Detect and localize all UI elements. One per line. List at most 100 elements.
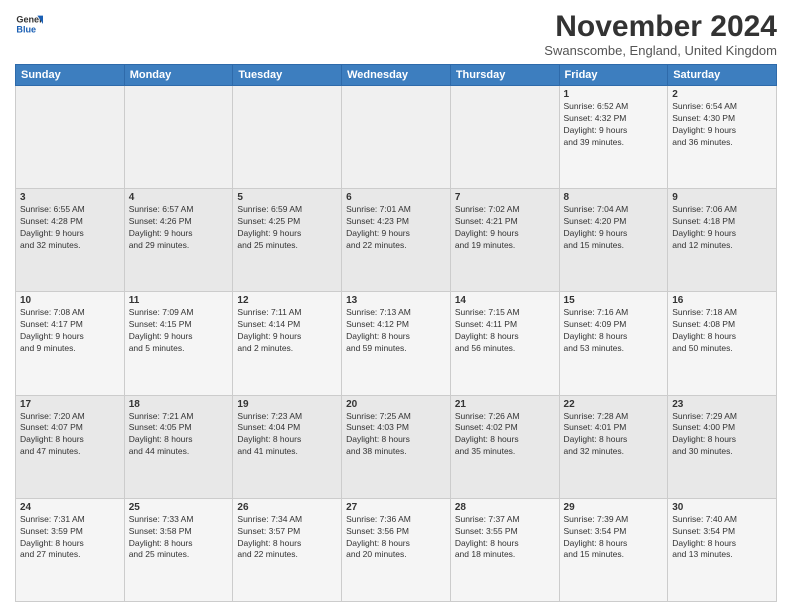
- calendar-body: 1Sunrise: 6:52 AM Sunset: 4:32 PM Daylig…: [16, 86, 777, 602]
- calendar-cell: 9Sunrise: 7:06 AM Sunset: 4:18 PM Daylig…: [668, 189, 777, 292]
- day-number: 1: [564, 89, 664, 100]
- calendar-cell: 28Sunrise: 7:37 AM Sunset: 3:55 PM Dayli…: [450, 498, 559, 601]
- day-info: Sunrise: 7:29 AM Sunset: 4:00 PM Dayligh…: [672, 411, 772, 459]
- day-number: 2: [672, 89, 772, 100]
- calendar-cell: 26Sunrise: 7:34 AM Sunset: 3:57 PM Dayli…: [233, 498, 342, 601]
- weekday-header-wednesday: Wednesday: [342, 65, 451, 86]
- day-number: 23: [672, 399, 772, 410]
- calendar-cell: 5Sunrise: 6:59 AM Sunset: 4:25 PM Daylig…: [233, 189, 342, 292]
- day-number: 6: [346, 192, 446, 203]
- day-number: 22: [564, 399, 664, 410]
- calendar-cell: 4Sunrise: 6:57 AM Sunset: 4:26 PM Daylig…: [124, 189, 233, 292]
- calendar-week-4: 17Sunrise: 7:20 AM Sunset: 4:07 PM Dayli…: [16, 395, 777, 498]
- day-info: Sunrise: 7:34 AM Sunset: 3:57 PM Dayligh…: [237, 514, 337, 562]
- day-number: 16: [672, 295, 772, 306]
- day-info: Sunrise: 7:18 AM Sunset: 4:08 PM Dayligh…: [672, 307, 772, 355]
- calendar-week-5: 24Sunrise: 7:31 AM Sunset: 3:59 PM Dayli…: [16, 498, 777, 601]
- day-info: Sunrise: 7:39 AM Sunset: 3:54 PM Dayligh…: [564, 514, 664, 562]
- calendar-cell: [124, 86, 233, 189]
- calendar-cell: 11Sunrise: 7:09 AM Sunset: 4:15 PM Dayli…: [124, 292, 233, 395]
- day-number: 14: [455, 295, 555, 306]
- weekday-header-sunday: Sunday: [16, 65, 125, 86]
- calendar-header: SundayMondayTuesdayWednesdayThursdayFrid…: [16, 65, 777, 86]
- day-number: 30: [672, 502, 772, 513]
- weekday-header-saturday: Saturday: [668, 65, 777, 86]
- calendar-cell: 21Sunrise: 7:26 AM Sunset: 4:02 PM Dayli…: [450, 395, 559, 498]
- day-number: 9: [672, 192, 772, 203]
- day-number: 7: [455, 192, 555, 203]
- day-info: Sunrise: 6:57 AM Sunset: 4:26 PM Dayligh…: [129, 204, 229, 252]
- day-number: 27: [346, 502, 446, 513]
- calendar-cell: 16Sunrise: 7:18 AM Sunset: 4:08 PM Dayli…: [668, 292, 777, 395]
- calendar-week-3: 10Sunrise: 7:08 AM Sunset: 4:17 PM Dayli…: [16, 292, 777, 395]
- day-info: Sunrise: 7:26 AM Sunset: 4:02 PM Dayligh…: [455, 411, 555, 459]
- day-number: 15: [564, 295, 664, 306]
- logo: General Blue: [15, 10, 43, 38]
- day-info: Sunrise: 7:20 AM Sunset: 4:07 PM Dayligh…: [20, 411, 120, 459]
- day-info: Sunrise: 7:11 AM Sunset: 4:14 PM Dayligh…: [237, 307, 337, 355]
- day-info: Sunrise: 7:04 AM Sunset: 4:20 PM Dayligh…: [564, 204, 664, 252]
- day-number: 28: [455, 502, 555, 513]
- day-number: 20: [346, 399, 446, 410]
- day-number: 26: [237, 502, 337, 513]
- day-info: Sunrise: 6:55 AM Sunset: 4:28 PM Dayligh…: [20, 204, 120, 252]
- day-info: Sunrise: 6:54 AM Sunset: 4:30 PM Dayligh…: [672, 101, 772, 149]
- day-info: Sunrise: 6:52 AM Sunset: 4:32 PM Dayligh…: [564, 101, 664, 149]
- calendar-week-2: 3Sunrise: 6:55 AM Sunset: 4:28 PM Daylig…: [16, 189, 777, 292]
- calendar-cell: 13Sunrise: 7:13 AM Sunset: 4:12 PM Dayli…: [342, 292, 451, 395]
- calendar-cell: 12Sunrise: 7:11 AM Sunset: 4:14 PM Dayli…: [233, 292, 342, 395]
- day-info: Sunrise: 7:33 AM Sunset: 3:58 PM Dayligh…: [129, 514, 229, 562]
- calendar-page: General Blue November 2024 Swanscombe, E…: [0, 0, 792, 612]
- day-number: 24: [20, 502, 120, 513]
- day-info: Sunrise: 7:25 AM Sunset: 4:03 PM Dayligh…: [346, 411, 446, 459]
- calendar-cell: 18Sunrise: 7:21 AM Sunset: 4:05 PM Dayli…: [124, 395, 233, 498]
- weekday-header-tuesday: Tuesday: [233, 65, 342, 86]
- header: General Blue November 2024 Swanscombe, E…: [15, 10, 777, 58]
- day-info: Sunrise: 7:15 AM Sunset: 4:11 PM Dayligh…: [455, 307, 555, 355]
- day-number: 13: [346, 295, 446, 306]
- calendar-cell: 22Sunrise: 7:28 AM Sunset: 4:01 PM Dayli…: [559, 395, 668, 498]
- weekday-row: SundayMondayTuesdayWednesdayThursdayFrid…: [16, 65, 777, 86]
- calendar-cell: 10Sunrise: 7:08 AM Sunset: 4:17 PM Dayli…: [16, 292, 125, 395]
- weekday-header-thursday: Thursday: [450, 65, 559, 86]
- day-info: Sunrise: 7:40 AM Sunset: 3:54 PM Dayligh…: [672, 514, 772, 562]
- day-number: 12: [237, 295, 337, 306]
- calendar-cell: 15Sunrise: 7:16 AM Sunset: 4:09 PM Dayli…: [559, 292, 668, 395]
- calendar-cell: 23Sunrise: 7:29 AM Sunset: 4:00 PM Dayli…: [668, 395, 777, 498]
- title-section: November 2024 Swanscombe, England, Unite…: [544, 10, 777, 58]
- day-info: Sunrise: 6:59 AM Sunset: 4:25 PM Dayligh…: [237, 204, 337, 252]
- day-info: Sunrise: 7:16 AM Sunset: 4:09 PM Dayligh…: [564, 307, 664, 355]
- day-number: 3: [20, 192, 120, 203]
- day-info: Sunrise: 7:28 AM Sunset: 4:01 PM Dayligh…: [564, 411, 664, 459]
- calendar-cell: 2Sunrise: 6:54 AM Sunset: 4:30 PM Daylig…: [668, 86, 777, 189]
- calendar-cell: [16, 86, 125, 189]
- calendar-table: SundayMondayTuesdayWednesdayThursdayFrid…: [15, 64, 777, 602]
- day-info: Sunrise: 7:31 AM Sunset: 3:59 PM Dayligh…: [20, 514, 120, 562]
- calendar-cell: 30Sunrise: 7:40 AM Sunset: 3:54 PM Dayli…: [668, 498, 777, 601]
- calendar-cell: 25Sunrise: 7:33 AM Sunset: 3:58 PM Dayli…: [124, 498, 233, 601]
- day-info: Sunrise: 7:06 AM Sunset: 4:18 PM Dayligh…: [672, 204, 772, 252]
- calendar-cell: 3Sunrise: 6:55 AM Sunset: 4:28 PM Daylig…: [16, 189, 125, 292]
- calendar-cell: 19Sunrise: 7:23 AM Sunset: 4:04 PM Dayli…: [233, 395, 342, 498]
- day-number: 11: [129, 295, 229, 306]
- calendar-cell: 8Sunrise: 7:04 AM Sunset: 4:20 PM Daylig…: [559, 189, 668, 292]
- calendar-cell: 27Sunrise: 7:36 AM Sunset: 3:56 PM Dayli…: [342, 498, 451, 601]
- day-info: Sunrise: 7:01 AM Sunset: 4:23 PM Dayligh…: [346, 204, 446, 252]
- day-number: 4: [129, 192, 229, 203]
- calendar-cell: 17Sunrise: 7:20 AM Sunset: 4:07 PM Dayli…: [16, 395, 125, 498]
- logo-icon: General Blue: [15, 10, 43, 38]
- day-number: 21: [455, 399, 555, 410]
- day-info: Sunrise: 7:13 AM Sunset: 4:12 PM Dayligh…: [346, 307, 446, 355]
- month-title: November 2024: [544, 10, 777, 43]
- day-number: 17: [20, 399, 120, 410]
- day-info: Sunrise: 7:23 AM Sunset: 4:04 PM Dayligh…: [237, 411, 337, 459]
- calendar-cell: 29Sunrise: 7:39 AM Sunset: 3:54 PM Dayli…: [559, 498, 668, 601]
- weekday-header-monday: Monday: [124, 65, 233, 86]
- weekday-header-friday: Friday: [559, 65, 668, 86]
- calendar-cell: [342, 86, 451, 189]
- calendar-cell: 20Sunrise: 7:25 AM Sunset: 4:03 PM Dayli…: [342, 395, 451, 498]
- calendar-week-1: 1Sunrise: 6:52 AM Sunset: 4:32 PM Daylig…: [16, 86, 777, 189]
- day-number: 29: [564, 502, 664, 513]
- day-info: Sunrise: 7:08 AM Sunset: 4:17 PM Dayligh…: [20, 307, 120, 355]
- day-number: 10: [20, 295, 120, 306]
